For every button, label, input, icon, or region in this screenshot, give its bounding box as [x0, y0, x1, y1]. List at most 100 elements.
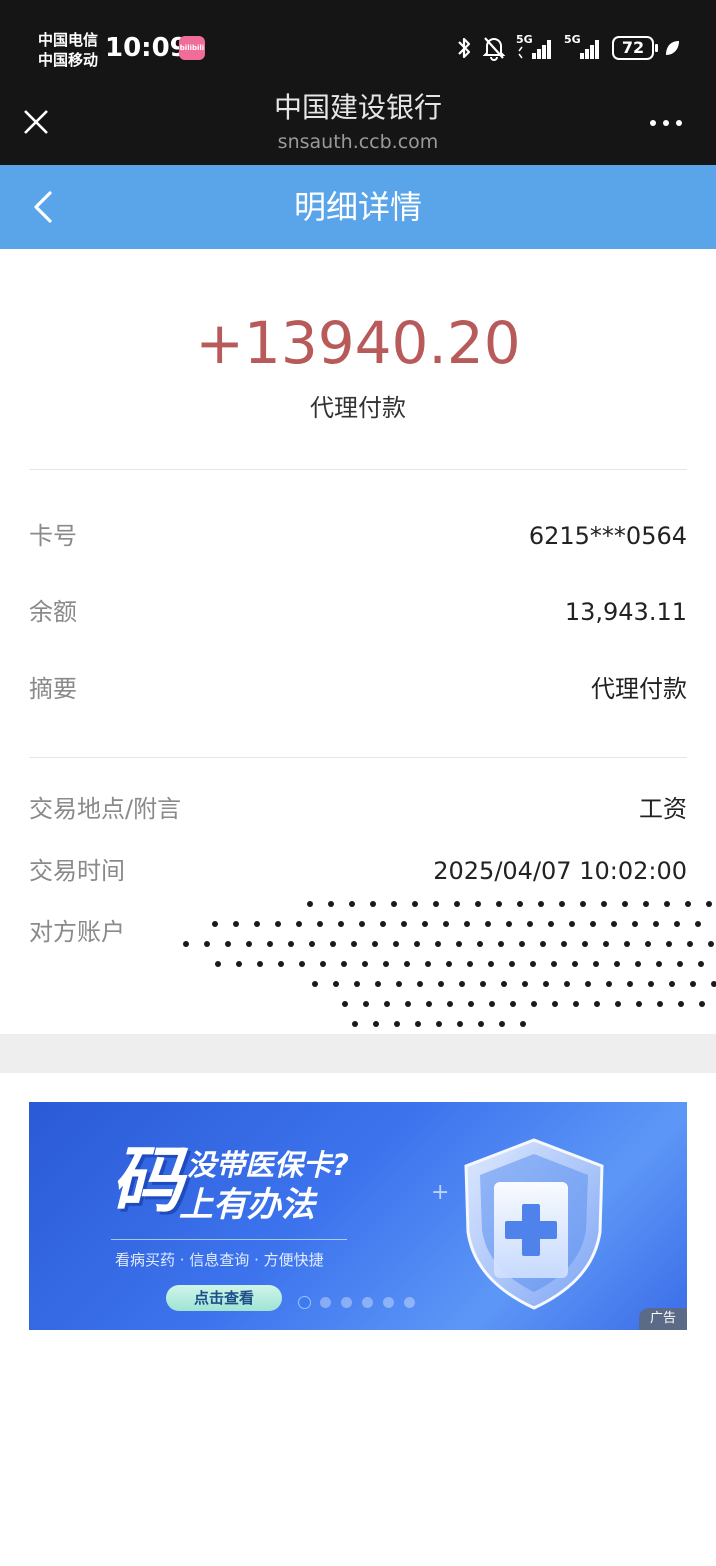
redaction-dot — [653, 921, 659, 927]
carousel-dot[interactable] — [404, 1297, 415, 1308]
carousel-dot[interactable] — [362, 1297, 373, 1308]
redaction-dot — [183, 941, 189, 947]
redaction-dot — [699, 1001, 705, 1007]
redaction-dot — [678, 1001, 684, 1007]
redaction-dot — [373, 1021, 379, 1027]
redaction-dot — [510, 1001, 516, 1007]
detail-value: 2025/04/07 10:02:00 — [433, 857, 687, 885]
redaction-dot — [467, 961, 473, 967]
redaction-dot — [351, 941, 357, 947]
redaction-dot — [531, 1001, 537, 1007]
redaction-dot — [478, 1021, 484, 1027]
redaction-dot — [435, 941, 441, 947]
redaction-dot — [338, 921, 344, 927]
redaction-dot — [603, 941, 609, 947]
ad-headline-2: 上有办法 — [179, 1185, 315, 1225]
redaction-dot — [635, 961, 641, 967]
detail-value: 工资 — [639, 795, 687, 823]
redaction-dot — [204, 941, 210, 947]
redaction-dot — [594, 1001, 600, 1007]
detail-value: 6215***0564 — [528, 522, 687, 550]
ad-banner[interactable]: 码 没带医保卡? 上有办法 看病买药 · 信息查询 · 方便快捷 点击查看 + … — [29, 1102, 687, 1330]
redaction-dot — [404, 961, 410, 967]
redaction-dot — [447, 1001, 453, 1007]
page-navbar: 明细详情 — [0, 165, 716, 249]
redaction-dot — [275, 921, 281, 927]
redaction-dot — [459, 981, 465, 987]
redaction-dot — [391, 901, 397, 907]
redaction-dot — [425, 961, 431, 967]
redaction-dot — [212, 921, 218, 927]
redaction-dot — [519, 941, 525, 947]
detail-row-summary: 摘要 代理付款 — [29, 671, 687, 707]
redaction-dot — [296, 921, 302, 927]
ad-view-button[interactable]: 点击查看 — [166, 1285, 282, 1311]
redaction-dot — [307, 901, 313, 907]
carousel-dot[interactable] — [320, 1297, 331, 1308]
redaction-dot — [485, 921, 491, 927]
redaction-dot — [299, 961, 305, 967]
site-title: 中国建设银行 — [273, 91, 442, 124]
redaction-dot — [254, 921, 260, 927]
redaction-dot — [645, 941, 651, 947]
redaction-dot — [632, 921, 638, 927]
more-options-icon[interactable] — [649, 118, 683, 128]
redaction-dot — [267, 941, 273, 947]
redaction-dot — [572, 961, 578, 967]
carousel-indicator[interactable] — [299, 1297, 415, 1308]
carousel-dot[interactable] — [299, 1297, 310, 1308]
redaction-dot — [354, 981, 360, 987]
redaction-dot — [433, 901, 439, 907]
redaction-dot — [559, 901, 565, 907]
detail-row-time: 交易时间 2025/04/07 10:02:00 — [29, 853, 687, 889]
redaction-dot — [370, 901, 376, 907]
redaction-dot — [664, 901, 670, 907]
redaction-dot — [468, 1001, 474, 1007]
detail-label: 对方账户 — [29, 918, 125, 946]
redaction-dot — [401, 921, 407, 927]
redaction-dot — [540, 941, 546, 947]
carousel-dot[interactable] — [383, 1297, 394, 1308]
redaction-dot — [488, 961, 494, 967]
redaction-dot — [648, 981, 654, 987]
redaction-dot — [551, 961, 557, 967]
redaction-dot — [708, 941, 714, 947]
redaction-dot — [380, 921, 386, 927]
section-separator — [0, 1034, 716, 1073]
redaction-dot — [580, 901, 586, 907]
carrier-1: 中国电信 — [38, 31, 99, 49]
redaction-dot — [614, 961, 620, 967]
redaction-dot — [454, 901, 460, 907]
divider — [29, 469, 687, 470]
redaction-dot — [349, 901, 355, 907]
redaction-dot — [352, 1021, 358, 1027]
redaction-dot — [394, 1021, 400, 1027]
redaction-dot — [573, 1001, 579, 1007]
redaction-dot — [606, 981, 612, 987]
divider — [29, 757, 687, 758]
redaction-dot — [236, 961, 242, 967]
redaction-dot — [657, 1001, 663, 1007]
transaction-type: 代理付款 — [310, 394, 406, 422]
redaction-dot — [317, 921, 323, 927]
redaction-dot — [246, 941, 252, 947]
redaction-dot — [456, 941, 462, 947]
redaction-dot — [520, 1021, 526, 1027]
redaction-dot — [627, 981, 633, 987]
redaction-dot — [422, 921, 428, 927]
redaction-dot — [225, 941, 231, 947]
redaction-dot — [506, 921, 512, 927]
redaction-dot — [543, 981, 549, 987]
redaction-dot — [530, 961, 536, 967]
redaction-dot — [372, 941, 378, 947]
site-url: snsauth.ccb.com — [277, 131, 439, 153]
redaction-dot — [215, 961, 221, 967]
redaction-dot — [656, 961, 662, 967]
redaction-dot — [489, 1001, 495, 1007]
redaction-dot — [624, 941, 630, 947]
ad-divider — [111, 1239, 347, 1240]
carousel-dot[interactable] — [341, 1297, 352, 1308]
redaction-dot — [564, 981, 570, 987]
mute-bell-icon — [482, 37, 506, 61]
redaction-dot — [396, 981, 402, 987]
